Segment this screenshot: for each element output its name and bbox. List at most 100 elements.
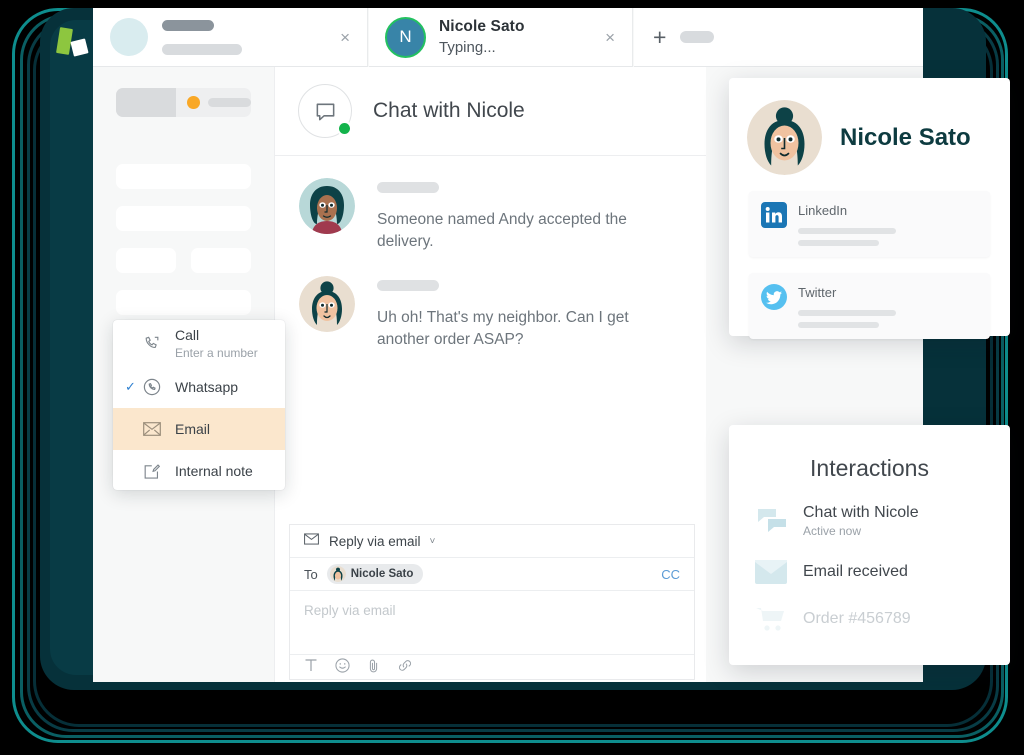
placeholder-bar-title — [162, 19, 214, 31]
composer-toolbar — [290, 654, 694, 680]
menu-item-email[interactable]: Email — [113, 408, 285, 450]
list-item[interactable] — [116, 248, 176, 273]
segment-right-placeholder — [208, 98, 251, 107]
app-logo — [56, 27, 90, 60]
cc-button[interactable]: CC — [661, 567, 680, 582]
interaction-label: Email received — [803, 563, 908, 580]
menu-item-whatsapp[interactable]: ✓ Whatsapp — [113, 366, 285, 408]
social-body: Twitter — [798, 284, 978, 328]
app-left-rail — [50, 20, 97, 675]
interaction-item-chat[interactable]: Chat with Nicole Active now — [729, 504, 1010, 538]
chat-bubble-icon — [298, 84, 352, 138]
message-text: Uh oh! That's my neighbor. Can I get ano… — [377, 308, 629, 349]
message-content: Uh oh! That's my neighbor. Can I get ano… — [377, 276, 677, 352]
social-twitter[interactable]: Twitter — [749, 273, 990, 339]
twitter-icon — [761, 284, 787, 310]
to-label: To — [304, 566, 318, 582]
new-tab-placeholder — [680, 31, 715, 43]
logo-white-shape — [70, 38, 89, 57]
contact-card: Nicole Sato LinkedIn Twitter — [729, 78, 1010, 339]
channel-dropdown-menu: Call Enter a number ✓ Whatsapp Email Int… — [113, 320, 285, 490]
tab-placeholder[interactable]: × — [93, 8, 368, 67]
chevron-down-icon[interactable]: ˅ — [430, 536, 436, 547]
note-edit-icon — [143, 463, 175, 480]
interaction-label: Chat with Nicole — [803, 504, 919, 521]
message-row: Someone named Andy accepted the delivery… — [275, 156, 706, 254]
interaction-text: Email received — [803, 563, 908, 581]
menu-item-label: Whatsapp — [175, 379, 239, 395]
envelope-icon — [304, 532, 319, 550]
sidebar-segmented-control[interactable] — [116, 88, 251, 117]
menu-item-text: Call Enter a number — [175, 327, 258, 360]
tab-close-icon[interactable]: × — [605, 29, 615, 46]
avatar-nicole — [299, 275, 355, 332]
tab-bar: × N Nicole Sato Typing... × + — [93, 8, 923, 67]
whatsapp-icon — [143, 378, 175, 396]
contact-avatar — [747, 100, 822, 175]
link-icon[interactable] — [397, 658, 413, 677]
phone-icon — [143, 335, 175, 352]
interaction-text: Order #456789 — [803, 610, 911, 628]
text-format-icon[interactable] — [304, 658, 318, 677]
avatar-initial: N — [399, 27, 412, 46]
interaction-label: Order #456789 — [803, 610, 911, 627]
sender-name-placeholder — [377, 279, 439, 291]
envelope-icon — [143, 422, 175, 436]
emoji-icon[interactable] — [335, 657, 350, 678]
new-tab-area[interactable]: + — [634, 8, 923, 67]
composer-channel-selector[interactable]: Reply via email ˅ — [290, 525, 694, 558]
social-body: LinkedIn — [798, 202, 978, 246]
interaction-item-order[interactable]: Order #456789 — [729, 606, 1010, 632]
cart-icon — [755, 606, 795, 632]
tab-subtitle-typing: Typing... — [439, 39, 496, 56]
screenshot-stage: × N Nicole Sato Typing... × + Chat with … — [0, 0, 1024, 755]
menu-item-label: Email — [175, 421, 211, 437]
tab-close-icon[interactable]: × — [340, 29, 350, 46]
menu-item-label: Internal note — [175, 463, 253, 479]
social-placeholder-line — [798, 310, 896, 316]
menu-item-call[interactable]: Call Enter a number — [113, 320, 285, 366]
list-item[interactable] — [116, 290, 251, 315]
interactions-title: Interactions — [810, 455, 929, 481]
social-placeholder-line — [798, 322, 879, 328]
attachment-icon[interactable] — [367, 658, 380, 678]
conversation-header: Chat with Nicole — [275, 67, 706, 156]
list-item[interactable] — [191, 248, 251, 273]
online-status-dot — [337, 121, 352, 136]
interaction-sublabel: Active now — [803, 524, 862, 538]
social-name: Twitter — [798, 285, 837, 300]
sender-name-placeholder — [377, 182, 439, 193]
menu-item-internal-note[interactable]: Internal note — [113, 450, 285, 490]
placeholder-bar-subtitle — [162, 43, 242, 55]
contact-name: Nicole Sato — [840, 123, 971, 151]
message-content: Someone named Andy accepted the delivery… — [377, 178, 677, 254]
message-text: Someone named Andy accepted the delivery… — [377, 211, 627, 251]
interactions-card: Interactions Chat with Nicole Active now — [729, 425, 1010, 665]
tab-nicole-sato[interactable]: N Nicole Sato Typing... × — [369, 8, 633, 67]
envelope-icon — [755, 560, 795, 584]
check-icon: ✓ — [125, 379, 136, 394]
avatar-agent — [299, 178, 355, 234]
add-tab-icon[interactable]: + — [653, 25, 666, 49]
chat-bubbles-icon — [755, 507, 795, 535]
interaction-item-email[interactable]: Email received — [729, 560, 1010, 584]
composer-to-row: To Nicole Sato CC — [290, 558, 694, 591]
social-linkedin[interactable]: LinkedIn — [749, 191, 990, 257]
recipient-avatar — [329, 566, 346, 582]
menu-item-sublabel: Enter a number — [175, 345, 258, 360]
list-item[interactable] — [116, 164, 251, 189]
social-placeholder-line — [798, 228, 896, 234]
list-item[interactable] — [116, 206, 251, 231]
menu-item-label: Call — [175, 326, 200, 343]
linkedin-icon — [761, 202, 787, 228]
tab-avatar-placeholder — [110, 18, 148, 56]
segment-left[interactable] — [116, 88, 177, 117]
composer-textarea[interactable]: Reply via email — [290, 591, 694, 654]
interaction-text: Chat with Nicole Active now — [803, 504, 919, 538]
message-row: Uh oh! That's my neighbor. Can I get ano… — [275, 254, 706, 352]
reply-composer: Reply via email ˅ To Nicole Sato CC Repl… — [289, 524, 695, 680]
recipient-chip[interactable]: Nicole Sato — [326, 564, 424, 584]
recipient-name: Nicole Sato — [350, 568, 414, 580]
tab-text-placeholder — [162, 19, 340, 55]
tab-title: Nicole Sato — [439, 18, 525, 35]
